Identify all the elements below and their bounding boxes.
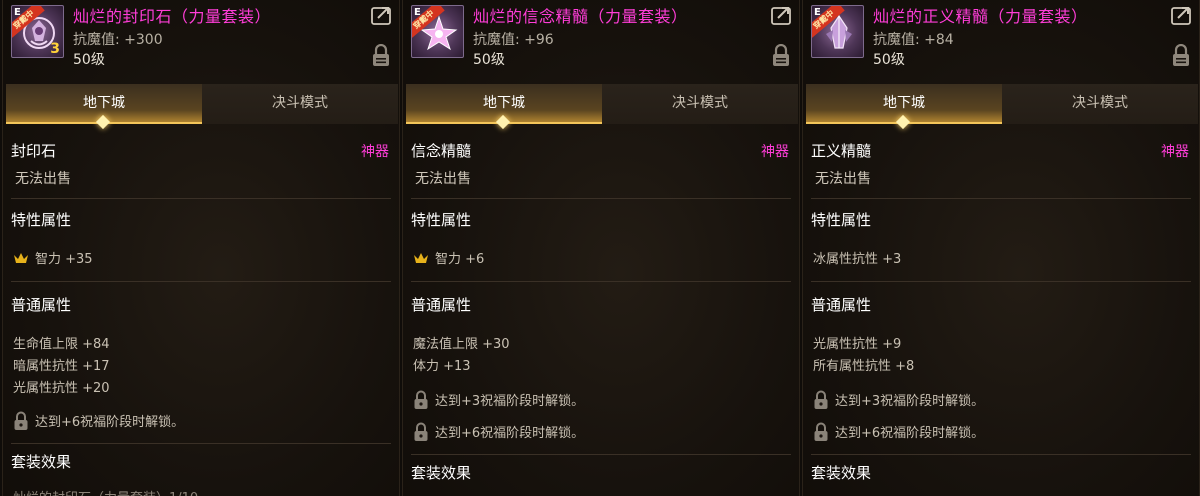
special-stat-text: 智力 +6: [435, 252, 485, 267]
rarity-label: 神器: [1161, 144, 1189, 160]
lock-icon: [13, 411, 29, 431]
normal-stat: 暗属性抗性 +17: [13, 359, 110, 374]
normal-stat: 体力 +13: [413, 359, 471, 374]
lock-icon[interactable]: [371, 43, 391, 68]
divider: [411, 454, 791, 455]
item-comparison-panels: E 穿戴中 3 灿烂的封印石（力量套装） 抗魔值: +300 50级 地下城 决斗模式 封印石神…: [0, 0, 1200, 496]
item-name: 灿烂的正义精髓（力量套装）: [873, 7, 1088, 26]
item-category: 信念精髓: [411, 142, 472, 160]
special-attributes-title: 特性属性: [811, 211, 872, 229]
sell-restriction: 无法出售: [815, 171, 871, 187]
lock-icon: [813, 422, 829, 442]
item-tooltip-panel: E 穿戴中 3 灿烂的封印石（力量套装） 抗魔值: +300 50级地下城 决斗模式封印石 神…: [2, 0, 400, 496]
item-level: 50级: [473, 52, 505, 68]
normal-stat: 光属性抗性 +20: [13, 381, 110, 396]
set-effect-title: 套装效果: [811, 464, 872, 482]
divider: [811, 198, 1191, 199]
mode-tabs: 地下城 决斗模式: [6, 84, 398, 130]
set-effect-title: 套装效果: [411, 464, 472, 482]
lock-icon: [413, 390, 429, 410]
lock-icon[interactable]: [771, 43, 791, 68]
unlock-text: 达到+3祝福阶段时解锁。: [835, 394, 985, 409]
item-name: 灿烂的封印石（力量套装）: [73, 7, 272, 26]
unlock-condition: 达到+3祝福阶段时解锁。: [413, 390, 584, 410]
share-icon[interactable]: [1171, 5, 1193, 25]
item-icon[interactable]: E 穿戴中: [411, 5, 464, 58]
special-stat-text: 冰属性抗性 +3: [813, 252, 902, 267]
mode-tabs: 地下城 决斗模式: [406, 84, 798, 130]
item-level: 50级: [873, 52, 905, 68]
normal-stat: 所有属性抗性 +8: [813, 359, 915, 374]
set-effect-text: 灿烂的封印石（力量套装）1/10: [13, 487, 198, 496]
divider: [811, 281, 1191, 282]
normal-stat: 光属性抗性 +9: [813, 337, 902, 352]
tab-pvp[interactable]: 决斗模式: [602, 84, 798, 124]
normal-attributes-title: 普通属性: [11, 296, 72, 314]
unlock-text: 达到+3祝福阶段时解锁。: [435, 394, 585, 409]
magic-resist-value: 抗魔值: +300: [73, 32, 163, 48]
special-stat: 智力 +35: [13, 248, 93, 267]
share-icon[interactable]: [771, 5, 793, 25]
crown-icon: [13, 252, 29, 264]
divider: [411, 281, 791, 282]
lock-icon: [413, 422, 429, 442]
sell-restriction: 无法出售: [15, 171, 71, 187]
item-level: 50级: [73, 52, 105, 68]
special-stat-text: 智力 +35: [35, 252, 93, 267]
reinforce-level: 3: [50, 41, 60, 57]
sell-restriction: 无法出售: [415, 171, 471, 187]
unlock-condition: 达到+6祝福阶段时解锁。: [813, 422, 984, 442]
tab-pvp[interactable]: 决斗模式: [202, 84, 398, 124]
unlock-text: 达到+6祝福阶段时解锁。: [435, 426, 585, 441]
unlock-text: 达到+6祝福阶段时解锁。: [35, 415, 185, 430]
divider: [811, 454, 1191, 455]
item-name: 灿烂的信念精髓（力量套装）: [473, 7, 688, 26]
divider: [11, 443, 391, 444]
rarity-label: 神器: [361, 144, 389, 160]
item-category: 正义精髓: [811, 142, 872, 160]
special-stat: 冰属性抗性 +3: [813, 248, 901, 267]
item-category: 封印石: [11, 142, 57, 160]
magic-resist-value: 抗魔值: +96: [473, 32, 554, 48]
normal-stat: 魔法值上限 +30: [413, 337, 510, 352]
normal-attributes-title: 普通属性: [411, 296, 472, 314]
lock-icon: [813, 390, 829, 410]
unlock-condition: 达到+6祝福阶段时解锁。: [13, 411, 184, 431]
item-icon[interactable]: E 穿戴中 3: [11, 5, 64, 58]
magic-resist-value: 抗魔值: +84: [873, 32, 954, 48]
rarity-label: 神器: [761, 144, 789, 160]
divider: [11, 198, 391, 199]
normal-stat: 生命值上限 +84: [13, 337, 110, 352]
unlock-condition: 达到+3祝福阶段时解锁。: [813, 390, 984, 410]
unlock-text: 达到+6祝福阶段时解锁。: [835, 426, 985, 441]
normal-attributes-title: 普通属性: [811, 296, 872, 314]
lock-icon[interactable]: [1171, 43, 1191, 68]
item-tooltip-panel: E 穿戴中 灿烂的正义精髓（力量套装） 抗魔值: +84 50级地下城 决斗模式正义精髓 神…: [802, 0, 1200, 496]
mode-tabs: 地下城 决斗模式: [806, 84, 1198, 130]
divider: [411, 198, 791, 199]
item-tooltip-panel: E 穿戴中 灿烂的信念精髓（力量套装） 抗魔值: +96 50级地下城 决斗模式信念精髓 神…: [402, 0, 800, 496]
item-icon[interactable]: E 穿戴中: [811, 5, 864, 58]
crown-icon: [413, 252, 429, 264]
tab-pvp[interactable]: 决斗模式: [1002, 84, 1198, 124]
special-stat: 智力 +6: [413, 248, 484, 267]
divider: [11, 281, 391, 282]
unlock-condition: 达到+6祝福阶段时解锁。: [413, 422, 584, 442]
share-icon[interactable]: [371, 5, 393, 25]
special-attributes-title: 特性属性: [11, 211, 72, 229]
set-effect-title: 套装效果: [11, 453, 72, 471]
special-attributes-title: 特性属性: [411, 211, 472, 229]
